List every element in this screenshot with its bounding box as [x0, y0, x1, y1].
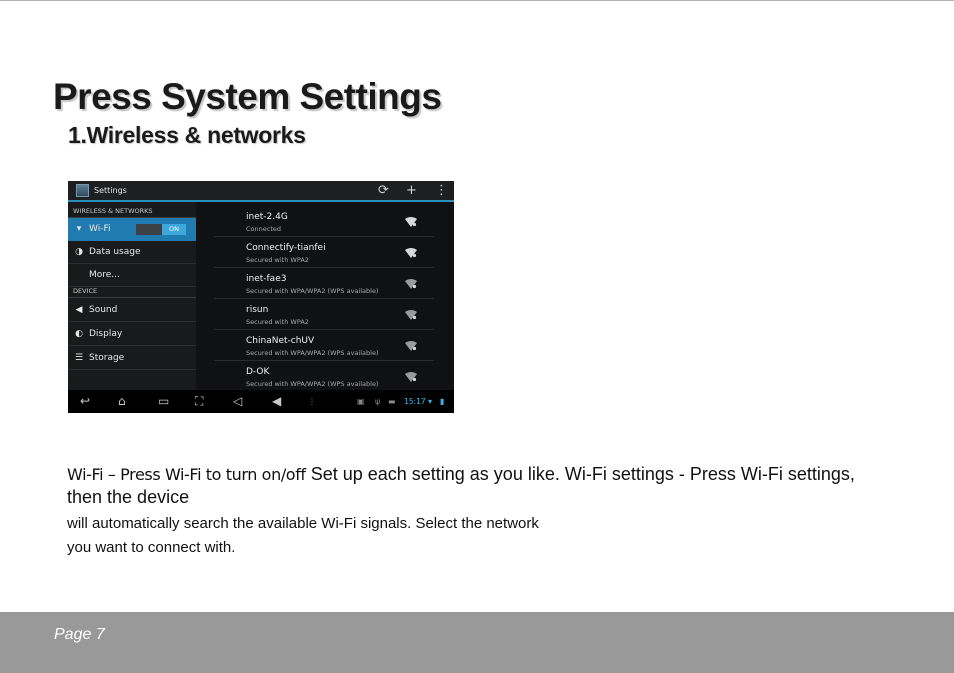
network-row[interactable]: inet-fae3 Secured with WPA/WPA2 (WPS ava… [214, 268, 434, 299]
settings-sidebar: WIRELESS & NETWORKS ▾ Wi-Fi ON ◑ Data us… [68, 202, 196, 390]
system-nav-bar: ↩ ⌂ ▭ ⛶ ◁ ◀ ⋮ ▣ ψ ▬ 15:17 ▾ ▮ [68, 390, 454, 413]
network-name: inet-fae3 [246, 274, 287, 284]
network-row[interactable]: ChinaNet-chUV Secured with WPA/WPA2 (WPS… [214, 330, 434, 361]
wifi-toggle[interactable]: ON [136, 224, 186, 235]
volume-up-icon[interactable]: ◀ [272, 393, 281, 409]
wifi-signal-icon [405, 279, 417, 289]
home-icon[interactable]: ⌂ [118, 393, 126, 409]
wifi-signal-icon [405, 248, 417, 258]
instruction-line: you want to connect with. [67, 539, 236, 556]
recent-apps-icon[interactable]: ▭ [158, 393, 169, 409]
volume-down-icon[interactable]: ◁ [233, 393, 242, 409]
wifi-status-icon: ▾ [428, 397, 433, 406]
top-rule [0, 0, 954, 1]
network-row[interactable]: D-OK Secured with WPA/WPA2 (WPS availabl… [214, 361, 434, 392]
section-header-wireless: WIRELESS & NETWORKS [68, 202, 196, 218]
message-icon: ▬ [388, 397, 396, 406]
network-status: Secured with WPA/WPA2 (WPS available) [246, 287, 379, 295]
gallery-notification-icon: ▣ [357, 397, 365, 406]
battery-icon: ▮ [440, 397, 445, 406]
settings-screenshot: Settings ⟳ + ⋮ WIRELESS & NETWORKS ▾ Wi-… [68, 181, 454, 413]
network-name: Connectify-tianfei [246, 243, 326, 253]
wifi-icon: ▾ [76, 224, 82, 234]
network-status: Secured with WPA/WPA2 (WPS available) [246, 380, 379, 388]
menu-icon[interactable]: ⋮ [308, 396, 316, 408]
instruction-line: will automatically search the available … [67, 515, 539, 532]
settings-app-icon [76, 184, 89, 197]
network-status: Connected [246, 225, 282, 233]
network-name: D-OK [246, 367, 270, 377]
instruction-paragraph: Wi-Fi – Press Wi-Fi to turn on/off Set u… [67, 463, 867, 509]
speaker-icon: ◀ [75, 305, 83, 315]
network-name: risun [246, 305, 269, 315]
network-row[interactable]: Connectify-tianfei Secured with WPA2 [214, 237, 434, 268]
sidebar-item-display[interactable]: ◐ Display [68, 323, 196, 346]
network-name: inet-2.4G [246, 212, 288, 222]
screenshot-icon[interactable]: ⛶ [195, 393, 203, 409]
sidebar-item-label: Data usage [89, 247, 141, 257]
overflow-menu-icon[interactable]: ⋮ [435, 182, 448, 199]
wifi-signal-icon [405, 341, 417, 351]
wifi-signal-icon [405, 217, 417, 227]
wifi-instruction-label: Wi-Fi – Press Wi-Fi to turn on/off [67, 465, 306, 484]
sidebar-item-label: Storage [89, 353, 125, 363]
action-bar: Settings ⟳ + ⋮ [68, 181, 454, 202]
sync-icon[interactable]: ⟳ [378, 182, 389, 199]
sidebar-item-label: Display [89, 329, 123, 339]
sidebar-item-storage[interactable]: ☰ Storage [68, 347, 196, 370]
wifi-toggle-state: ON [162, 224, 186, 235]
usb-icon: ψ [375, 397, 381, 406]
instruction-continued: will automatically search the available … [67, 512, 867, 560]
data-usage-icon: ◑ [75, 247, 83, 257]
network-status: Secured with WPA2 [246, 256, 309, 264]
display-icon: ◐ [75, 329, 83, 339]
status-clock: 15:17 [404, 397, 426, 406]
network-status: Secured with WPA/WPA2 (WPS available) [246, 349, 379, 357]
section-heading: 1.Wireless & networks [68, 122, 306, 148]
wifi-signal-icon [405, 310, 417, 320]
add-icon[interactable]: + [406, 182, 417, 199]
sidebar-item-label: Wi-Fi [89, 224, 111, 234]
back-icon[interactable]: ↩ [80, 393, 90, 409]
wifi-network-list: inet-2.4G Connected Connectify-tianfei S… [196, 202, 454, 390]
sidebar-item-label: Sound [89, 305, 118, 315]
storage-icon: ☰ [74, 353, 84, 363]
network-status: Secured with WPA2 [246, 318, 309, 326]
page-footer: Page 7 [0, 612, 954, 673]
network-name: ChinaNet-chUV [246, 336, 315, 346]
sidebar-item-sound[interactable]: ◀ Sound [68, 299, 196, 322]
page-heading: Press System Settings [53, 76, 442, 117]
sidebar-item-data-usage[interactable]: ◑ Data usage [68, 241, 196, 264]
wifi-signal-icon [405, 372, 417, 382]
network-row[interactable]: inet-2.4G Connected [214, 206, 434, 237]
section-header-device: DEVICE [68, 283, 196, 298]
sidebar-item-wifi[interactable]: ▾ Wi-Fi ON [68, 218, 196, 241]
network-row[interactable]: risun Secured with WPA2 [214, 299, 434, 330]
page-number: Page 7 [54, 626, 105, 643]
action-bar-title: Settings [94, 186, 127, 195]
